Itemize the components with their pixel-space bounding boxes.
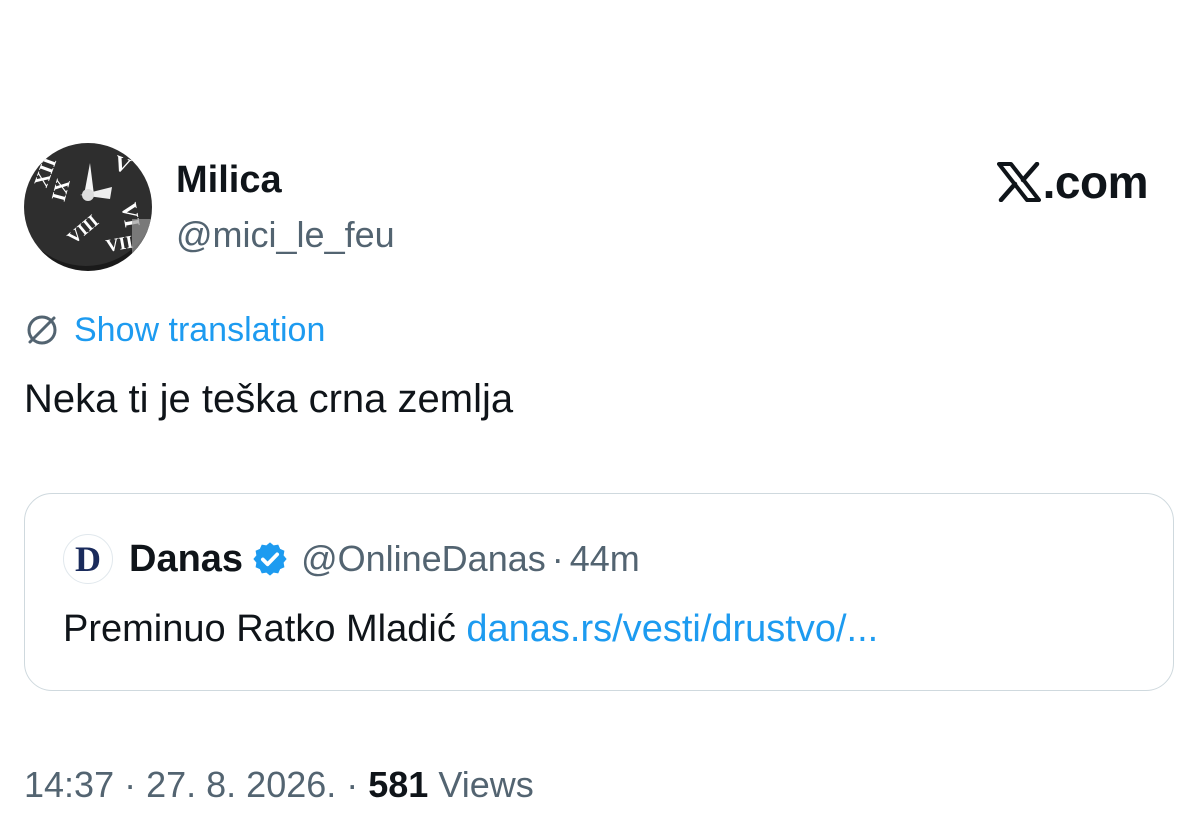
brand-domain-text: .com — [1042, 156, 1149, 208]
x-logo-icon — [996, 162, 1041, 202]
author-handle[interactable]: @mici_le_feu — [176, 213, 395, 257]
quoted-author-handle[interactable]: @OnlineDanas — [301, 534, 546, 584]
author-display-name[interactable]: Milica — [176, 158, 282, 202]
tweet-time[interactable]: 14:37 — [24, 764, 114, 805]
show-translation-button[interactable]: Show translation — [24, 308, 325, 352]
x-brand: .com — [996, 156, 1149, 208]
quoted-article-link[interactable]: danas.rs/vesti/drustvo/... — [466, 608, 878, 650]
quoted-tweet-card[interactable]: D Danas @OnlineDanas · 44m Preminuo Ratk… — [24, 493, 1174, 691]
meta-separator: · — [114, 764, 147, 805]
tweet-date[interactable]: 27. 8. 2026. — [146, 764, 336, 805]
quoted-author-name[interactable]: Danas — [129, 534, 243, 584]
views-label: Views — [428, 764, 534, 805]
author-avatar[interactable]: XII IX VIII VII V VI — [24, 143, 152, 271]
views-count[interactable]: 581 — [368, 764, 428, 805]
danas-logo-avatar[interactable]: D — [63, 534, 113, 584]
show-translation-label: Show translation — [74, 311, 326, 349]
tweet-text: Neka ti je teška crna zemlja — [24, 377, 514, 421]
quoted-separator: · — [551, 538, 564, 579]
quoted-timestamp[interactable]: 44m — [570, 534, 640, 584]
tweet-meta: 14:37 · 27. 8. 2026. · 581 Views — [24, 762, 534, 808]
verified-badge-icon — [253, 542, 287, 576]
quoted-tweet-header: D Danas @OnlineDanas · 44m — [63, 534, 640, 584]
clock-avatar-icon: XII IX VIII VII V VI — [24, 143, 152, 271]
meta-separator-2: · — [336, 764, 369, 805]
quoted-text: Preminuo Ratko Mladić — [63, 608, 467, 650]
quoted-tweet-text: Preminuo Ratko Mladić danas.rs/vesti/dru… — [63, 604, 878, 654]
translate-globe-icon — [27, 315, 57, 345]
